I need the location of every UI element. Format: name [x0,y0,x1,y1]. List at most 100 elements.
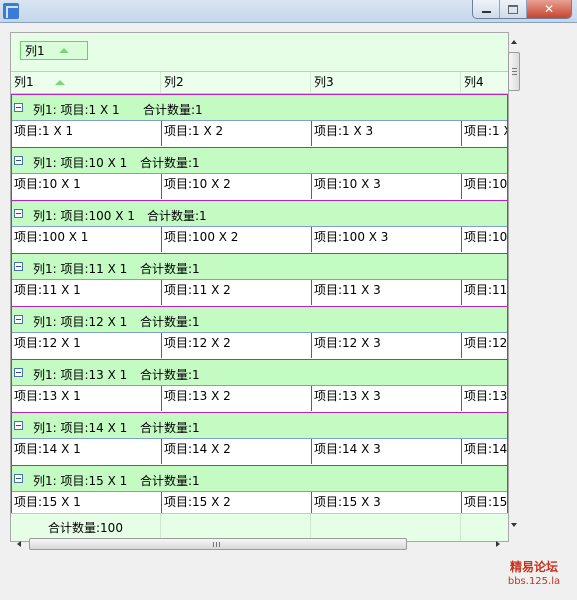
table-row[interactable]: 项目:15 X 1 项目:15 X 2 项目:15 X 3 项目:15 [12,491,507,513]
column-header-3[interactable]: 列3 [311,72,461,93]
table-cell[interactable]: 项目:14 X 1 [12,439,162,464]
collapse-icon[interactable] [14,156,23,165]
table-cell[interactable]: 项目:12 X 2 [162,333,312,358]
column-header-2[interactable]: 列2 [161,72,311,93]
group-title: 列1: 项目:1 X 1 [33,103,120,117]
table-cell[interactable]: 项目:15 [462,492,507,513]
table-cell[interactable]: 项目:10 X 1 [12,174,162,199]
grip-line [219,542,220,547]
table-row[interactable]: 项目:1 X 1 项目:1 X 2 项目:1 X 3 项目:1 X [12,120,507,147]
table-cell[interactable]: 项目:1 X 2 [162,121,312,146]
table-cell[interactable]: 项目:10 X 3 [312,174,462,199]
group-title: 列1: 项目:13 X 1 [33,368,128,382]
app-icon [3,3,19,19]
group-title: 列1: 项目:14 X 1 [33,421,128,435]
grip-line [512,74,517,75]
group-count: 合计数量:1 [140,474,200,488]
collapse-icon[interactable] [14,209,23,218]
title-bar: ✕ [0,0,577,23]
scroll-left-icon[interactable] [17,541,21,547]
table-cell[interactable]: 项目:11 X 3 [312,280,462,305]
minimize-icon [481,11,491,13]
vertical-scroll-thumb[interactable] [508,52,520,91]
table-cell[interactable]: 项目:10 [462,174,507,199]
column-header-4[interactable]: 列4 [461,72,508,93]
scroll-down-icon[interactable] [511,523,517,527]
collapse-icon[interactable] [14,262,23,271]
table-cell[interactable]: 项目:13 [462,386,507,411]
column-header-label: 列2 [164,75,184,89]
table-cell[interactable]: 项目:14 [462,439,507,464]
table-cell[interactable]: 项目:12 [462,333,507,358]
group-row[interactable]: 列1: 项目:10 X 1 合计数量:1 [12,147,507,173]
table-row[interactable]: 项目:10 X 1 项目:10 X 2 项目:10 X 3 项目:10 [12,173,507,200]
table-cell[interactable]: 项目:10 X 2 [162,174,312,199]
table-cell[interactable]: 项目:100 X 2 [162,227,312,252]
group-row[interactable]: 列1: 项目:15 X 1 合计数量:1 [12,465,507,491]
table-cell[interactable]: 项目:11 X 2 [162,280,312,305]
group-count: 合计数量:1 [147,209,207,223]
table-cell[interactable]: 项目:1 X 3 [312,121,462,146]
collapse-icon[interactable] [14,421,23,430]
table-cell[interactable]: 项目:100 X 1 [12,227,162,252]
table-cell[interactable]: 项目:14 X 3 [312,439,462,464]
maximize-icon [508,4,518,14]
group-count: 合计数量:1 [143,103,203,117]
group-chip-label: 列1 [25,44,45,58]
table-row[interactable]: 项目:11 X 1 项目:11 X 2 项目:11 X 3 项目:11 [12,279,507,306]
close-button[interactable]: ✕ [527,0,571,18]
table-cell[interactable]: 项目:15 X 1 [12,492,162,513]
table-row[interactable]: 项目:14 X 1 项目:14 X 2 项目:14 X 3 项目:14 [12,438,507,465]
table-cell[interactable]: 项目:13 X 3 [312,386,462,411]
table-cell[interactable]: 项目:15 X 2 [162,492,312,513]
watermark-url: bbs.125.la [507,576,561,587]
collapse-icon[interactable] [14,474,23,483]
minimize-button[interactable] [473,0,500,18]
table-cell[interactable]: 项目:13 X 1 [12,386,162,411]
group-row[interactable]: 列1: 项目:14 X 1 合计数量:1 [12,412,507,438]
grip-line [216,542,217,547]
table-cell[interactable]: 项目:12 X 1 [12,333,162,358]
collapse-icon[interactable] [14,368,23,377]
group-by-area: 列1 [11,33,508,71]
column-header-label: 列1 [14,75,34,89]
table-row[interactable]: 项目:100 X 1 项目:100 X 2 项目:100 X 3 项目:10 [12,226,507,253]
group-row[interactable]: 列1: 项目:11 X 1 合计数量:1 [12,253,507,279]
group-chip[interactable]: 列1 [20,41,88,60]
column-header-row: 列1 列2 列3 列4 [11,71,508,94]
table-row[interactable]: 项目:12 X 1 项目:12 X 2 项目:12 X 3 项目:12 [12,332,507,359]
horizontal-scrollbar[interactable] [10,537,507,551]
table-cell[interactable]: 项目:10 [462,227,507,252]
scroll-up-icon[interactable] [511,40,517,44]
group-row[interactable]: 列1: 项目:12 X 1 合计数量:1 [12,306,507,332]
table-cell[interactable]: 项目:1 X 1 [12,121,162,146]
collapse-icon[interactable] [14,103,23,112]
table-row[interactable]: 项目:13 X 1 项目:13 X 2 项目:13 X 3 项目:13 [12,385,507,412]
table-cell[interactable]: 项目:11 [462,280,507,305]
table-cell[interactable]: 项目:100 X 3 [312,227,462,252]
group-row[interactable]: 列1: 项目:100 X 1 合计数量:1 [12,200,507,226]
group-row[interactable]: 列1: 项目:1 X 1 合计数量:1 [12,94,507,120]
horizontal-scroll-thumb[interactable] [29,538,407,550]
group-row[interactable]: 列1: 项目:13 X 1 合计数量:1 [12,359,507,385]
group-title: 列1: 项目:100 X 1 [33,209,135,223]
group-title: 列1: 项目:11 X 1 [33,262,128,276]
group-count: 合计数量:1 [140,262,200,276]
data-grid: 列1: 项目:1 X 1 合计数量:1 项目:1 X 1 项目:1 X 2 项目… [11,94,508,513]
scroll-right-icon[interactable] [496,541,500,547]
maximize-button[interactable] [500,0,527,18]
table-cell[interactable]: 项目:12 X 3 [312,333,462,358]
column-header-1[interactable]: 列1 [11,72,161,93]
table-cell[interactable]: 项目:1 X [462,121,507,146]
group-count: 合计数量:1 [140,315,200,329]
grid-panel: 列1 列1 列2 列3 列4 列1: 项目:1 X 1 合计数量:1 项目:1 … [10,32,509,542]
total-count: 合计数量:100 [48,521,123,535]
vertical-scrollbar[interactable] [508,32,521,532]
watermark-title: 精易论坛 [509,560,558,574]
collapse-icon[interactable] [14,315,23,324]
table-cell[interactable]: 项目:13 X 2 [162,386,312,411]
table-cell[interactable]: 项目:11 X 1 [12,280,162,305]
table-cell[interactable]: 项目:14 X 2 [162,439,312,464]
group-count: 合计数量:1 [140,368,200,382]
table-cell[interactable]: 项目:15 X 3 [312,492,462,513]
